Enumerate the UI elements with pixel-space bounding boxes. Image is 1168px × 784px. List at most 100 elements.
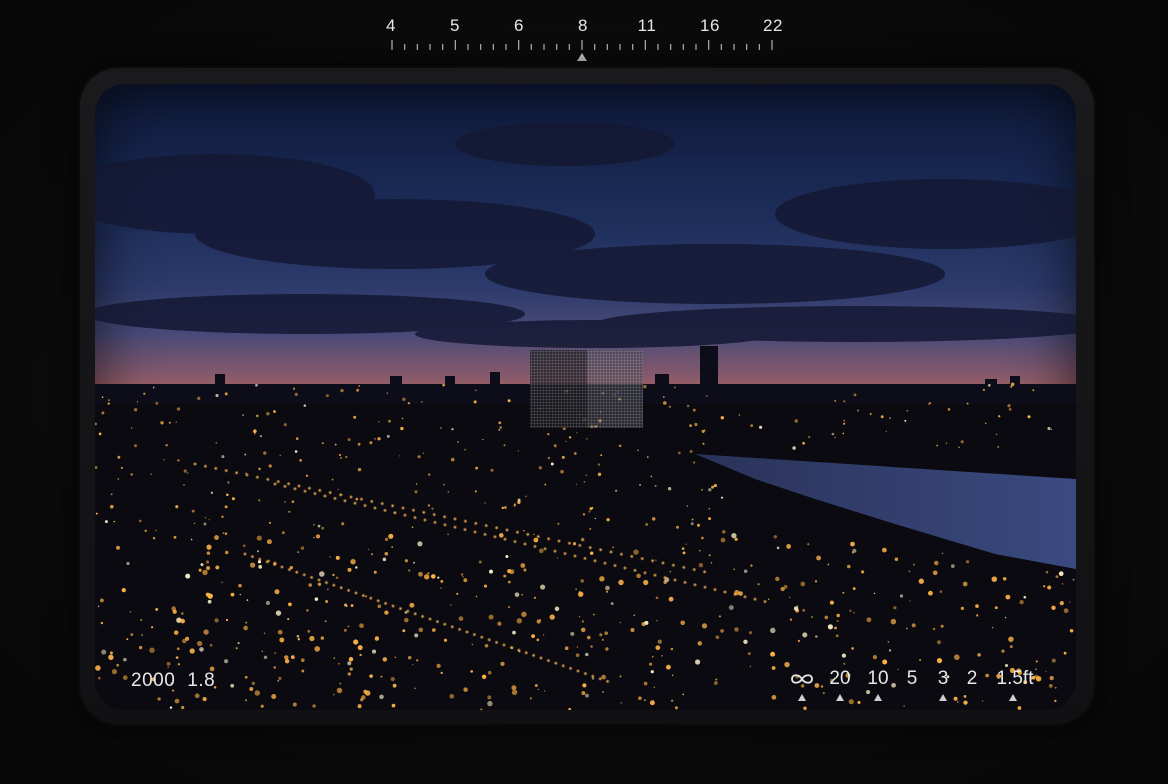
light-dot xyxy=(203,522,207,526)
light-dot xyxy=(256,535,262,541)
light-dot xyxy=(189,648,195,654)
light-dot xyxy=(378,421,380,423)
light-dot xyxy=(498,428,501,431)
light-dot xyxy=(255,383,258,387)
light-dot xyxy=(786,544,791,549)
aperture-scale[interactable]: 4 5 6 8 11 16 22 xyxy=(0,0,1168,70)
light-dot xyxy=(560,469,564,474)
light-dot xyxy=(384,537,389,542)
light-dot xyxy=(221,515,224,519)
light-dot xyxy=(391,546,394,549)
light-dot xyxy=(296,634,300,638)
light-dot xyxy=(377,437,381,441)
street-light xyxy=(296,483,302,489)
light-dot xyxy=(244,675,248,679)
light-dot xyxy=(997,445,1000,448)
light-dot xyxy=(409,602,415,608)
light-dot xyxy=(306,609,309,612)
light-dot xyxy=(940,624,944,628)
light-dot xyxy=(116,663,119,667)
light-dot xyxy=(440,671,443,675)
light-dot xyxy=(414,490,418,494)
light-dot xyxy=(734,627,739,632)
light-dot xyxy=(176,647,180,651)
street-light xyxy=(546,536,551,541)
street-light xyxy=(532,544,538,549)
light-dot xyxy=(663,401,667,405)
light-dot xyxy=(331,478,334,481)
light-dot xyxy=(249,562,256,568)
split-focus-square[interactable] xyxy=(530,350,643,428)
light-dot xyxy=(340,388,344,393)
light-dot xyxy=(460,573,464,576)
light-dot xyxy=(984,422,987,425)
light-dot xyxy=(130,633,134,637)
street-light xyxy=(494,525,499,530)
street-light xyxy=(681,565,686,570)
light-dot xyxy=(167,666,169,668)
street-light xyxy=(650,558,655,563)
light-dot xyxy=(339,682,342,685)
light-dot xyxy=(256,414,259,418)
light-dot xyxy=(126,561,130,566)
light-dot xyxy=(418,571,423,577)
light-dot xyxy=(549,614,555,620)
street-light xyxy=(317,488,322,493)
focus-distance-scale[interactable]: 20 10 5 3 2 1.5ft xyxy=(780,666,1060,706)
light-dot xyxy=(673,386,676,389)
light-dot xyxy=(173,535,177,539)
light-dot xyxy=(950,564,955,568)
light-dot xyxy=(388,419,391,423)
light-dot xyxy=(261,650,264,652)
light-dot xyxy=(206,544,212,550)
light-dot xyxy=(275,610,282,616)
light-dot xyxy=(382,657,388,662)
street-light xyxy=(672,577,678,583)
light-dot xyxy=(1063,608,1069,614)
light-dot xyxy=(696,523,701,527)
light-dot xyxy=(507,580,511,584)
street-light xyxy=(302,489,308,494)
light-dot xyxy=(243,625,248,631)
light-dot xyxy=(564,646,569,650)
light-dot xyxy=(313,523,315,526)
street-light xyxy=(642,570,648,575)
light-dot xyxy=(505,555,509,558)
viewfinder-image[interactable] xyxy=(95,84,1076,710)
street-light xyxy=(660,560,666,566)
light-dot xyxy=(258,467,261,471)
light-dot xyxy=(816,555,822,561)
street-light xyxy=(234,470,239,475)
light-dot xyxy=(537,688,540,691)
light-dot xyxy=(463,578,468,583)
light-dot xyxy=(392,683,397,688)
light-dot xyxy=(843,400,846,403)
light-dot xyxy=(260,435,262,437)
light-dot xyxy=(685,543,687,545)
light-dot xyxy=(353,639,359,645)
light-dot xyxy=(525,495,527,498)
light-dot xyxy=(436,663,441,669)
light-dot xyxy=(411,526,414,529)
light-dot xyxy=(391,703,396,708)
light-dot xyxy=(149,647,155,653)
light-dot xyxy=(513,504,516,507)
light-dot xyxy=(447,533,449,536)
light-dot xyxy=(256,550,260,553)
light-dot xyxy=(866,617,872,623)
street-light xyxy=(556,538,562,544)
light-dot xyxy=(277,629,283,635)
light-dot xyxy=(651,517,656,521)
light-dot xyxy=(359,623,364,629)
street-light xyxy=(472,632,477,637)
light-dot xyxy=(97,605,100,608)
light-dot xyxy=(340,456,343,459)
light-dot xyxy=(237,642,240,645)
light-dot xyxy=(364,690,371,696)
street-light xyxy=(487,637,492,642)
light-dot xyxy=(399,455,401,457)
street-light xyxy=(265,559,270,564)
light-dot xyxy=(120,466,123,469)
light-dot xyxy=(157,697,161,701)
street-light xyxy=(608,549,614,555)
